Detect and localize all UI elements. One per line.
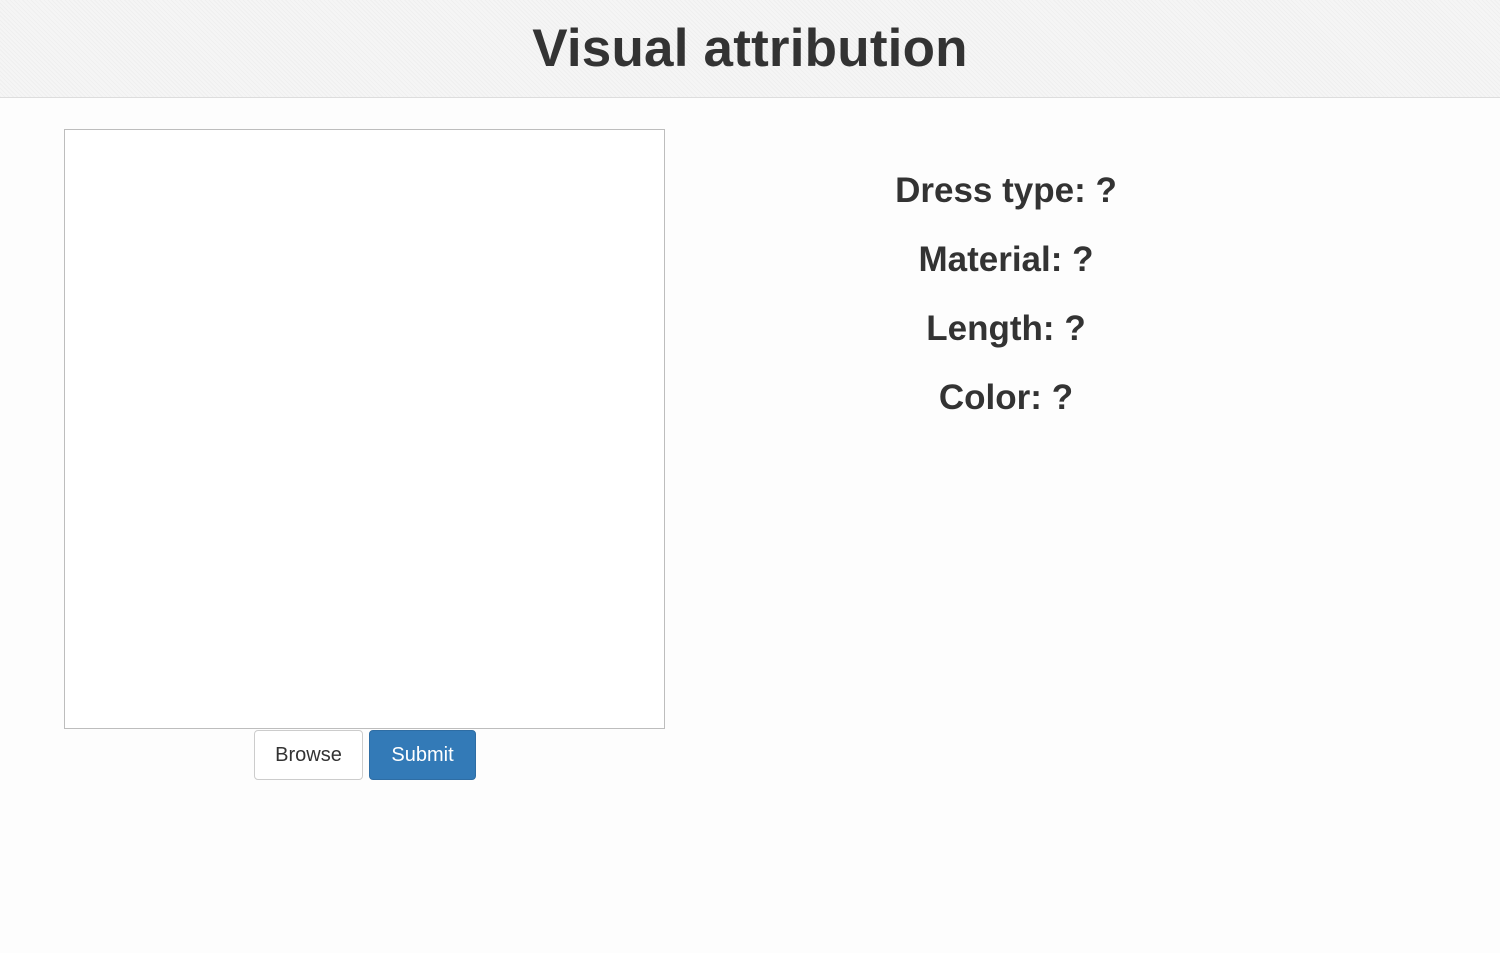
image-preview-area bbox=[64, 129, 665, 729]
page-header: Visual attribution bbox=[0, 0, 1500, 98]
attribute-value: ? bbox=[1072, 239, 1094, 279]
attribute-value: ? bbox=[1064, 308, 1086, 348]
attribute-results: Dress type: ? Material: ? Length: ? Colo… bbox=[806, 156, 1206, 432]
attribute-label: Color: bbox=[938, 377, 1042, 417]
attribute-label: Material: bbox=[918, 239, 1063, 279]
attribute-length: Length: ? bbox=[806, 294, 1206, 363]
browse-button[interactable]: Browse bbox=[254, 730, 363, 780]
attribute-value: ? bbox=[1051, 377, 1074, 417]
page-title: Visual attribution bbox=[532, 19, 968, 78]
attribute-dress-type: Dress type: ? bbox=[806, 156, 1206, 225]
attribute-material: Material: ? bbox=[806, 225, 1206, 294]
attribute-label: Length: bbox=[926, 308, 1055, 348]
attribute-label: Dress type: bbox=[895, 170, 1086, 210]
attribute-color: Color: ? bbox=[806, 363, 1206, 432]
submit-button[interactable]: Submit bbox=[369, 730, 476, 780]
attribute-value: ? bbox=[1095, 170, 1117, 210]
